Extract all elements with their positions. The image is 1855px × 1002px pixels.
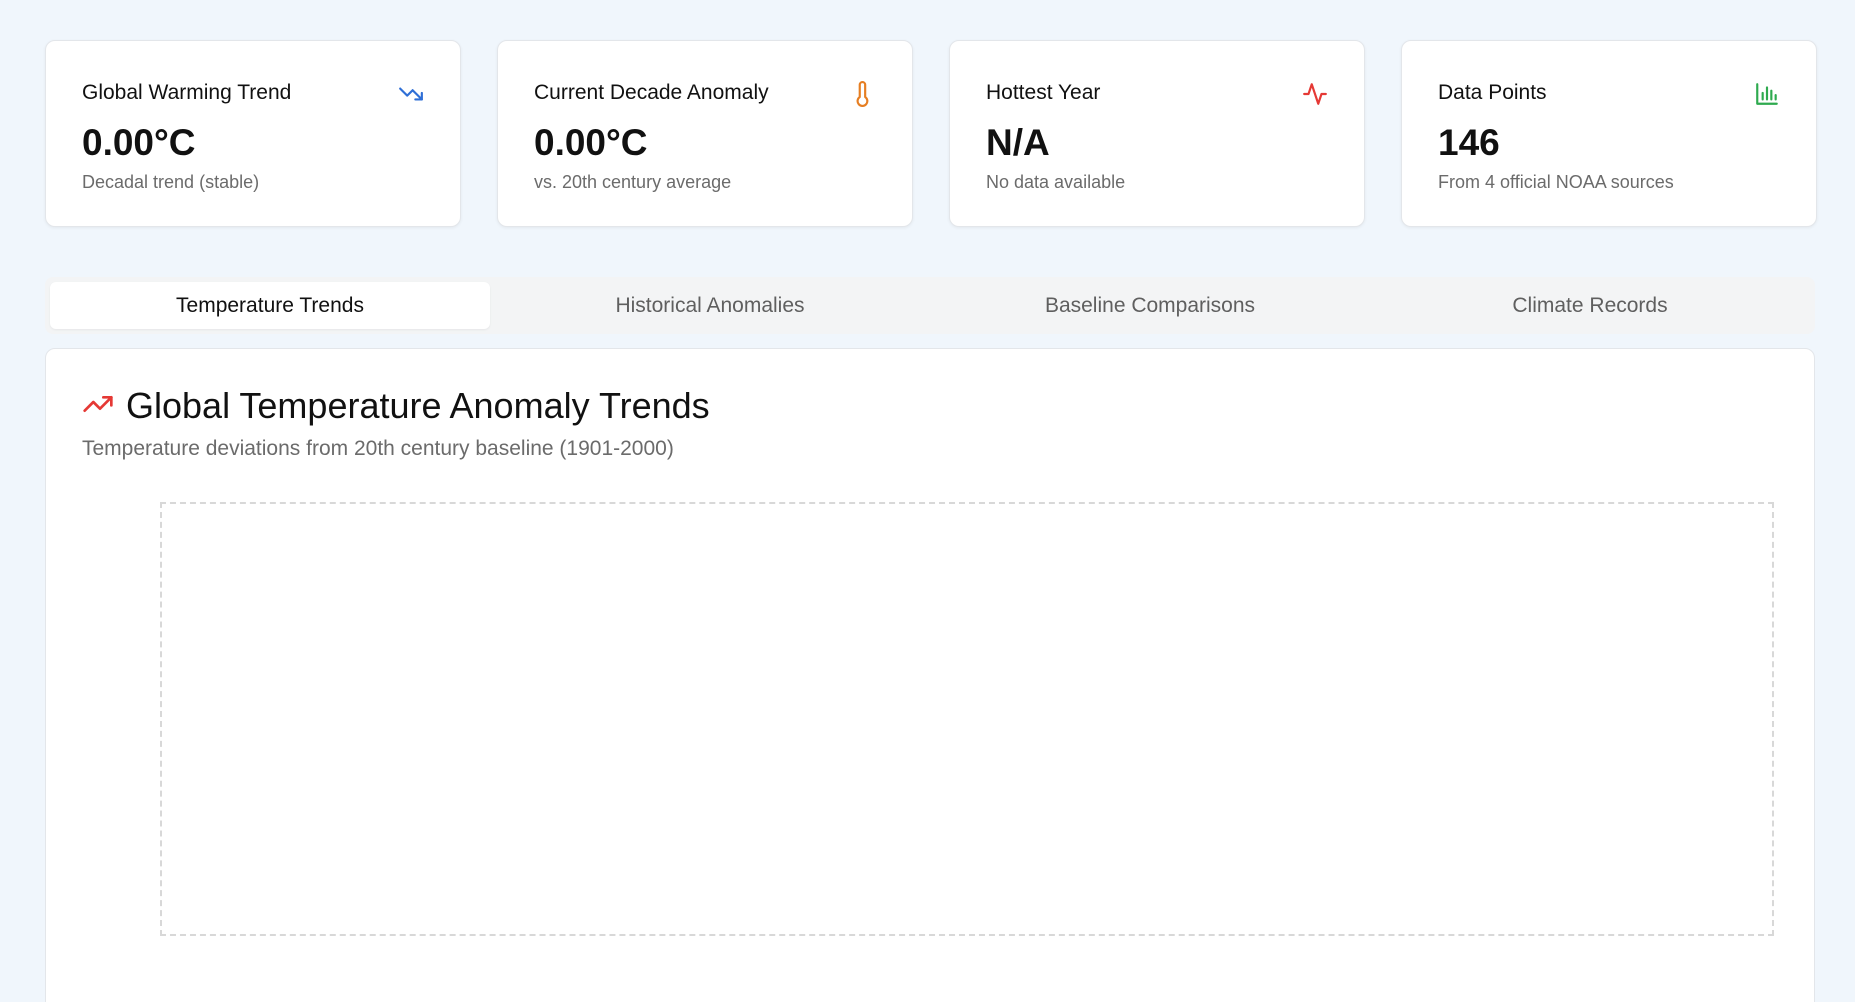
dashboard-page: Global Warming Trend 0.00°C Decadal tren… <box>0 0 1855 1002</box>
stat-card-title: Global Warming Trend <box>82 81 292 104</box>
stat-card-subtitle: Decadal trend (stable) <box>82 172 260 192</box>
stat-card-data-points: Data Points 146 From 4 official NOAA sou… <box>1401 40 1817 227</box>
bar-chart-icon <box>1754 81 1780 107</box>
stat-card-subtitle: vs. 20th century average <box>534 172 732 192</box>
stat-card-value: 0.00°C <box>82 122 196 163</box>
stat-card-warming-trend: Global Warming Trend 0.00°C Decadal tren… <box>45 40 461 227</box>
stat-card-value: N/A <box>986 122 1050 163</box>
stat-card-value: 0.00°C <box>534 122 648 163</box>
activity-icon <box>1302 81 1328 107</box>
tab-temperature-trends[interactable]: Temperature Trends <box>50 282 490 329</box>
stat-card-value: 146 <box>1438 122 1500 163</box>
panel-title-row: Global Temperature Anomaly Trends <box>82 385 710 427</box>
tab-climate-records[interactable]: Climate Records <box>1370 282 1810 329</box>
stat-card-subtitle: No data available <box>986 172 1126 192</box>
stat-card-subtitle: From 4 official NOAA sources <box>1438 172 1674 192</box>
thermometer-icon <box>850 81 876 107</box>
panel-subtitle: Temperature deviations from 20th century… <box>82 437 674 460</box>
stat-card-title: Current Decade Anomaly <box>534 81 769 104</box>
panel-title: Global Temperature Anomaly Trends <box>126 385 710 426</box>
tab-historical-anomalies[interactable]: Historical Anomalies <box>490 282 930 329</box>
stat-card-hottest-year: Hottest Year N/A No data available <box>949 40 1365 227</box>
stat-card-decade-anomaly: Current Decade Anomaly 0.00°C vs. 20th c… <box>497 40 913 227</box>
trending-up-icon <box>82 388 114 425</box>
tab-bar: Temperature Trends Historical Anomalies … <box>45 277 1815 334</box>
chart-placeholder <box>160 502 1774 936</box>
stat-card-title: Hottest Year <box>986 81 1101 104</box>
trending-down-icon <box>398 81 424 107</box>
panel-header: Global Temperature Anomaly Trends Temper… <box>82 385 710 461</box>
trends-panel: Global Temperature Anomaly Trends Temper… <box>45 348 1815 1002</box>
stat-card-title: Data Points <box>1438 81 1547 104</box>
tab-baseline-comparisons[interactable]: Baseline Comparisons <box>930 282 1370 329</box>
stats-row: Global Warming Trend 0.00°C Decadal tren… <box>45 40 1817 227</box>
